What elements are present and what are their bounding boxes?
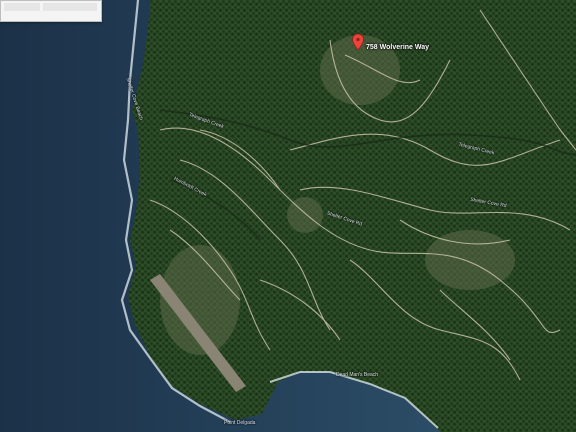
label-dead-mans-beach: Dead Man's Beach xyxy=(336,372,379,378)
search-box-segment xyxy=(43,3,97,11)
marker-label[interactable]: 758 Wolverine Way xyxy=(366,44,429,51)
search-box-segment xyxy=(4,3,40,11)
search-box[interactable] xyxy=(0,0,102,22)
satellite-map[interactable] xyxy=(0,0,576,432)
label-point-delgada: Point Delgada xyxy=(224,420,256,426)
